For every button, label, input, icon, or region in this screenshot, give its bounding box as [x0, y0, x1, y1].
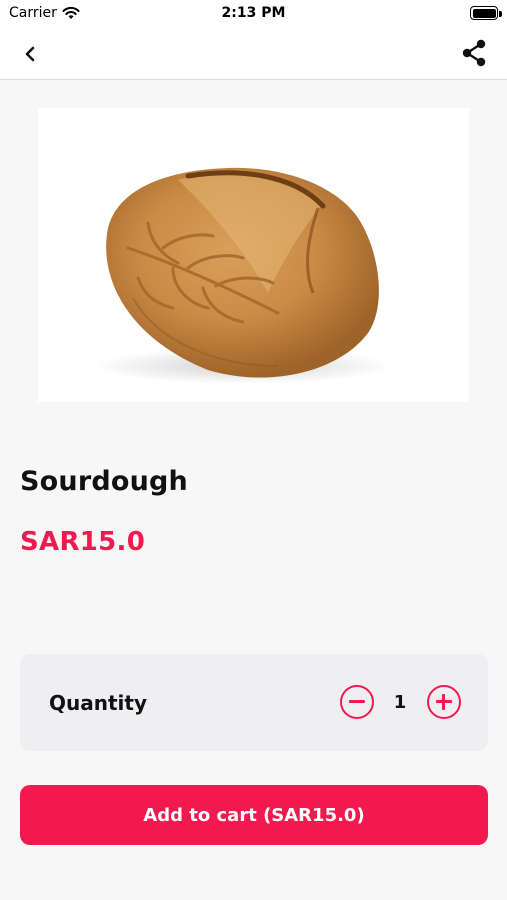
quantity-label: Quantity [49, 691, 147, 715]
status-bar: Carrier 2:13 PM [0, 0, 507, 28]
share-button[interactable] [459, 38, 489, 68]
quantity-value: 1 [393, 692, 407, 713]
product-image [38, 108, 469, 402]
bread-image [93, 167, 393, 384]
add-to-cart-button[interactable]: Add to cart (SAR15.0) [20, 785, 488, 845]
product-title: Sourdough [20, 466, 188, 497]
status-time: 2:13 PM [221, 5, 286, 21]
product-price: SAR15.0 [20, 527, 146, 557]
minus-circle-icon[interactable] [340, 685, 374, 719]
quantity-card: Quantity 1 [20, 654, 488, 751]
nav-bar [0, 28, 507, 80]
chevron-left-icon [25, 46, 35, 62]
share-icon [462, 39, 486, 67]
battery-icon [470, 6, 498, 20]
plus-circle-icon[interactable] [427, 685, 461, 719]
battery-tip [499, 11, 502, 17]
back-button[interactable] [16, 40, 44, 68]
